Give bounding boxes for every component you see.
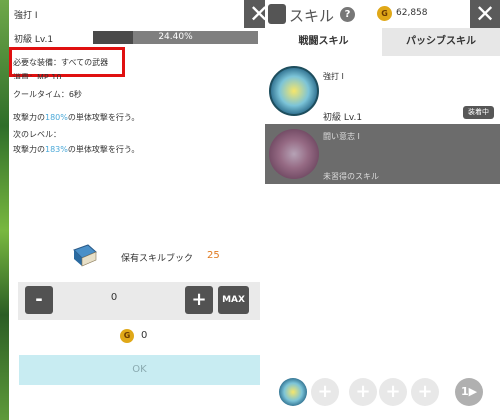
skill-level-label: 初級 Lv.1 xyxy=(14,35,54,45)
skill-status: 未習得のスキル xyxy=(323,172,379,181)
desc-text: の単体攻撃を行う。 xyxy=(67,145,140,154)
desc-percent: 180% xyxy=(45,113,68,122)
game-background xyxy=(0,0,9,420)
quantity-value: 0 xyxy=(110,292,118,303)
skill-slot-equipped[interactable] xyxy=(279,378,307,406)
skill-icon-strike xyxy=(269,66,319,116)
skill-panel-header: スキル ? G 62,858 ✕ xyxy=(265,0,500,28)
desc-text: 攻撃力の xyxy=(13,145,45,154)
desc-text: の単体攻撃を行う。 xyxy=(67,113,140,122)
next-page-button[interactable]: 1▶ xyxy=(455,378,483,406)
empty-skill-slot[interactable]: + xyxy=(349,378,377,406)
next-level-label: 次のレベル： xyxy=(13,130,61,139)
skill-name: 強打 I xyxy=(323,72,344,81)
gold-coin-icon: G xyxy=(120,329,134,343)
skill-list-panel: スキル ? G 62,858 ✕ 戦闘スキル パッシブスキル 強打 I 初級 L… xyxy=(265,0,500,420)
required-equipment: 必要な装備：すべての武器 xyxy=(13,58,109,67)
skill-book-count: 25 xyxy=(207,250,220,261)
gold-cost-value: 0 xyxy=(141,330,148,341)
skill-progress-bar: 24.40% xyxy=(93,31,258,44)
next-description: 攻撃力の183%の単体攻撃を行う。 xyxy=(13,144,139,155)
cooldown: クールタイム：6秒 xyxy=(13,90,82,99)
gold-coin-icon: G xyxy=(377,6,392,21)
ok-button[interactable]: OK xyxy=(19,355,260,385)
desc-text: 攻撃力の xyxy=(13,113,45,122)
help-icon[interactable]: ? xyxy=(340,7,355,22)
skill-icon-will xyxy=(269,129,319,179)
skill-level: 初級 Lv.1 xyxy=(323,113,363,123)
gold-amount: 62,858 xyxy=(396,8,428,18)
current-description: 攻撃力の180%の単体攻撃を行う。 xyxy=(13,112,139,123)
skill-book-header-icon xyxy=(268,4,286,24)
desc-percent: 183% xyxy=(45,145,68,154)
skill-list-item[interactable]: 闘い意志 I 未習得のスキル xyxy=(265,124,500,184)
empty-skill-slot[interactable]: + xyxy=(379,378,407,406)
equipped-badge: 装着中 xyxy=(463,106,494,119)
max-button[interactable]: MAX xyxy=(218,286,249,314)
panel-title: スキル xyxy=(289,7,335,25)
mp-cost: 消費：MP 10 xyxy=(13,73,62,79)
skill-book-icon xyxy=(73,244,97,267)
empty-skill-slot[interactable]: + xyxy=(411,378,439,406)
empty-skill-slot[interactable]: + xyxy=(311,378,339,406)
tab-passive-skills[interactable]: パッシブスキル xyxy=(382,28,500,56)
close-panel-button[interactable]: ✕ xyxy=(470,0,500,28)
tab-combat-skills[interactable]: 戦闘スキル xyxy=(265,28,382,56)
decrease-button[interactable]: - xyxy=(25,286,53,314)
skill-list-item[interactable]: 強打 I 初級 Lv.1 装着中 xyxy=(265,61,500,123)
skill-detail-panel: 強打 I ✕ 初級 Lv.1 24.40% 必要な装備：すべての武器 消費：MP… xyxy=(9,0,274,420)
progress-text: 24.40% xyxy=(158,32,193,42)
skill-book-label: 保有スキルブック xyxy=(121,254,194,264)
skill-title: 強打 I xyxy=(14,11,38,21)
increase-button[interactable]: + xyxy=(185,286,213,314)
skill-name: 闘い意志 I xyxy=(323,132,360,141)
